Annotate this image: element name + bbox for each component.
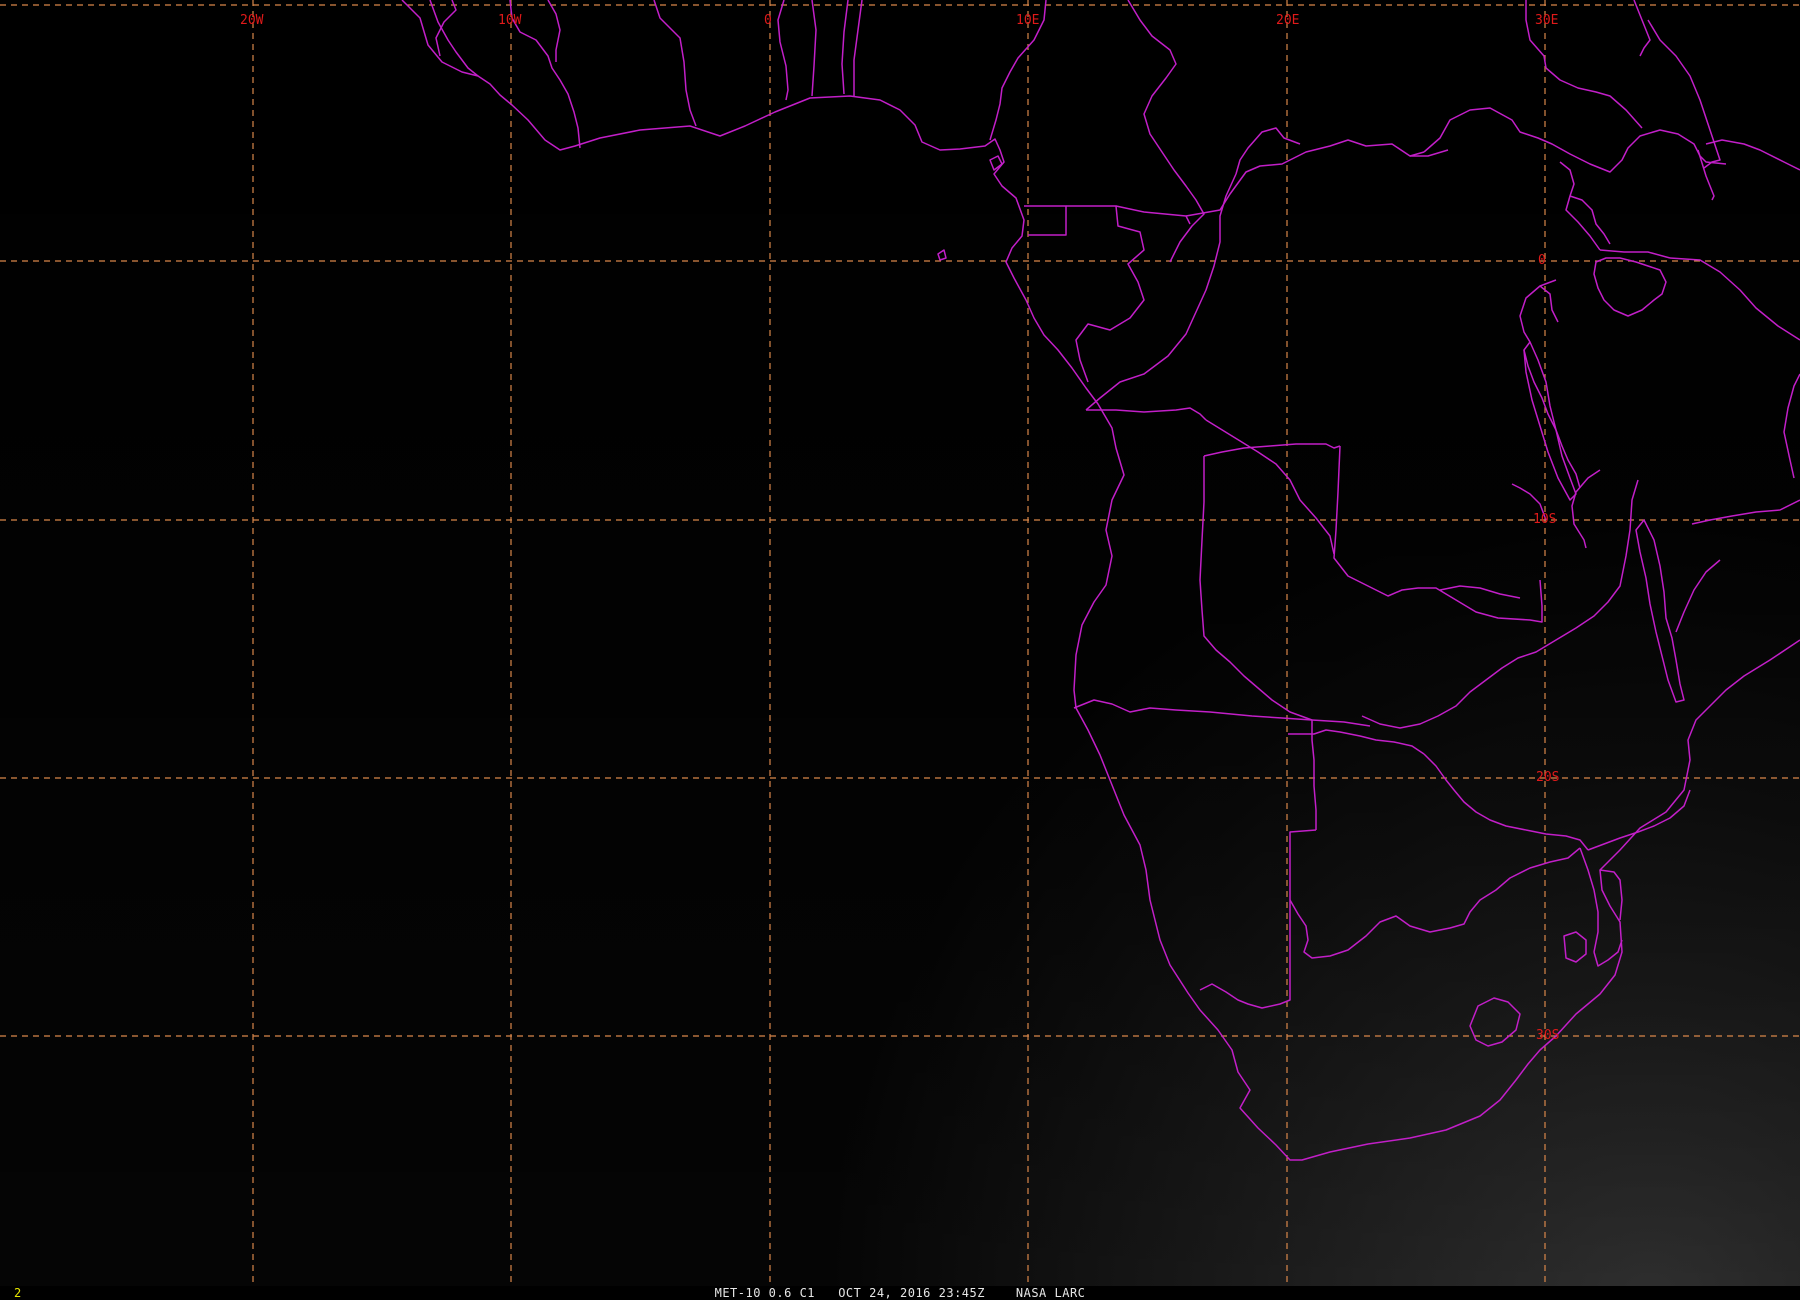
lat-label-20s: 20S bbox=[1536, 770, 1559, 785]
image-caption: MET-10 0.6 C1 OCT 24, 2016 23:45Z NASA L… bbox=[714, 1286, 1086, 1300]
satellite-image-viewer[interactable]: 20W 10W 0 10E 20E 30E 0 10S 20S 30S bbox=[0, 0, 1800, 1300]
status-bar: 2 MET-10 0.6 C1 OCT 24, 2016 23:45Z NASA… bbox=[0, 1286, 1800, 1300]
lon-label-30e: 30E bbox=[1535, 13, 1558, 28]
lat-label-10s: 10S bbox=[1533, 512, 1556, 527]
satellite-map: 20W 10W 0 10E 20E 30E 0 10S 20S 30S bbox=[0, 0, 1800, 1286]
night-shading bbox=[0, 0, 1800, 1286]
lon-label-20w: 20W bbox=[240, 13, 264, 28]
lon-label-20e: 20E bbox=[1276, 13, 1299, 28]
lon-label-10w: 10W bbox=[498, 13, 522, 28]
lat-label-30s: 30S bbox=[1536, 1028, 1559, 1043]
lon-label-10e: 10E bbox=[1016, 13, 1039, 28]
lat-label-0: 0 bbox=[1538, 253, 1546, 268]
lon-label-0: 0 bbox=[764, 13, 772, 28]
